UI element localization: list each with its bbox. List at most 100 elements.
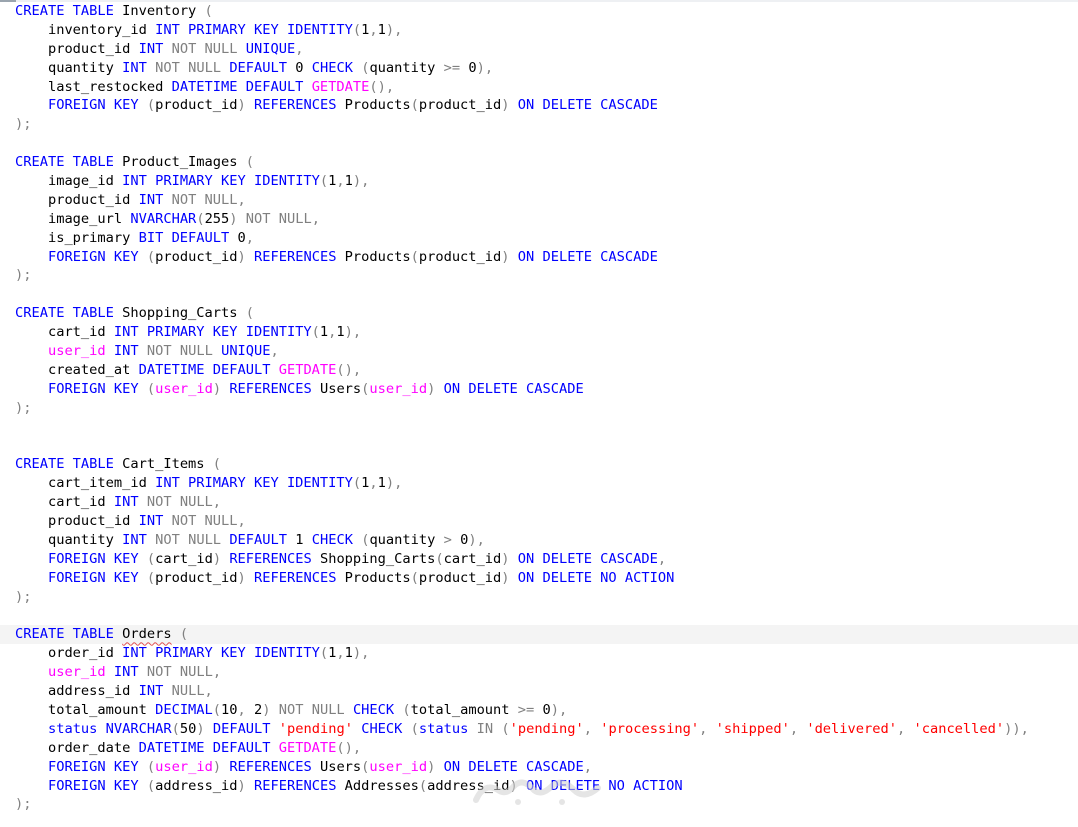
code-token: NOT NULL	[155, 59, 222, 76]
code-line[interactable]: order_id INT PRIMARY KEY IDENTITY(1,1),	[0, 644, 1078, 663]
code-token: REFERENCES	[254, 248, 337, 265]
code-token: (	[212, 456, 222, 473]
code-line[interactable]: cart_id INT PRIMARY KEY IDENTITY(1,1),	[0, 323, 1078, 342]
code-token: INT	[138, 40, 164, 57]
code-line[interactable]: );	[0, 115, 1078, 134]
code-line[interactable]: );	[0, 266, 1078, 285]
code-line[interactable]	[0, 436, 1078, 455]
sql-code-editor[interactable]: CREATE TABLE Inventory ( inventory_id IN…	[0, 2, 1078, 827]
code-line[interactable]: cart_item_id INT PRIMARY KEY IDENTITY(1,…	[0, 474, 1078, 493]
code-token: (	[402, 701, 411, 718]
code-token: (	[352, 475, 362, 492]
code-token: (	[146, 380, 156, 397]
code-token: Orders	[122, 626, 172, 643]
code-line[interactable]: quantity INT NOT NULL DEFAULT 0 CHECK (q…	[0, 59, 1078, 78]
code-line[interactable]	[0, 418, 1078, 437]
code-token: DEFAULT	[229, 531, 287, 548]
code-line[interactable]: );	[0, 588, 1078, 607]
code-line[interactable]: product_id INT NOT NULL UNIQUE,	[0, 40, 1078, 59]
code-line[interactable]: quantity INT NOT NULL DEFAULT 1 CHECK (q…	[0, 531, 1078, 550]
code-line[interactable]: FOREIGN KEY (cart_id) REFERENCES Shoppin…	[0, 550, 1078, 569]
code-token: DEFAULT	[212, 720, 271, 737]
code-token: NOT NULL	[278, 701, 345, 718]
code-line[interactable]: CREATE TABLE Shopping_Carts (	[0, 304, 1078, 323]
code-token: );	[15, 399, 32, 416]
code-token: );	[15, 267, 32, 284]
code-token: image_id	[15, 173, 123, 190]
code-line[interactable]: user_id INT NOT NULL,	[0, 663, 1078, 682]
code-token: 1	[344, 173, 353, 190]
code-line[interactable]	[0, 607, 1078, 626]
code-line[interactable]: order_date DATETIME DEFAULT GETDATE(),	[0, 739, 1078, 758]
code-token: ON DELETE CASCADE	[517, 97, 658, 114]
code-token: 1	[287, 531, 312, 548]
code-line[interactable]: created_at DATETIME DEFAULT GETDATE(),	[0, 361, 1078, 380]
code-token: NOT NULL,	[171, 191, 246, 208]
code-token: BIT DEFAULT	[138, 229, 230, 246]
code-line[interactable]	[0, 134, 1078, 153]
code-line[interactable]: CREATE TABLE Product_Images (	[0, 153, 1078, 172]
code-line[interactable]: FOREIGN KEY (product_id) REFERENCES Prod…	[0, 569, 1078, 588]
code-token: (	[501, 720, 510, 737]
code-line[interactable]: );	[0, 399, 1078, 418]
code-token: NVARCHAR	[105, 720, 172, 737]
code-line[interactable]: cart_id INT NOT NULL,	[0, 493, 1078, 512]
code-line[interactable]: last_restocked DATETIME DEFAULT GETDATE(…	[0, 78, 1078, 97]
code-line[interactable]	[0, 285, 1078, 304]
code-line[interactable]: image_url NVARCHAR(255) NOT NULL,	[0, 210, 1078, 229]
code-token: CREATE TABLE	[15, 305, 114, 322]
code-token: product_id	[418, 97, 502, 114]
code-line[interactable]: product_id INT NOT NULL,	[0, 191, 1078, 210]
code-token: CREATE TABLE	[15, 626, 114, 643]
code-token: (	[196, 210, 205, 227]
code-token: FOREIGN KEY	[47, 758, 139, 775]
code-token: product_id	[418, 569, 502, 586]
code-token: INT	[122, 59, 147, 76]
code-line[interactable]: user_id INT NOT NULL UNIQUE,	[0, 342, 1078, 361]
code-line[interactable]: FOREIGN KEY (user_id) REFERENCES Users(u…	[0, 758, 1078, 777]
code-token: ON DELETE CASCADE	[443, 380, 584, 397]
code-token: status	[47, 720, 98, 737]
code-line[interactable]: image_id INT PRIMARY KEY IDENTITY(1,1),	[0, 172, 1078, 191]
code-token: REFERENCES	[254, 777, 337, 794]
code-token: (	[435, 550, 444, 567]
code-token: INT PRIMARY KEY IDENTITY	[113, 324, 312, 341]
code-token: REFERENCES	[229, 380, 312, 397]
code-line[interactable]: FOREIGN KEY (user_id) REFERENCES Users(u…	[0, 380, 1078, 399]
code-token: 0	[229, 229, 246, 246]
code-line[interactable]: status NVARCHAR(50) DEFAULT 'pending' CH…	[0, 720, 1078, 739]
code-token: (	[204, 3, 213, 19]
code-token: (	[146, 248, 156, 265]
code-line[interactable]: product_id INT NOT NULL,	[0, 512, 1078, 531]
code-token: FOREIGN KEY	[47, 777, 139, 794]
code-token: (	[212, 701, 222, 718]
code-token: created_at	[15, 361, 139, 378]
code-token: REFERENCES	[229, 758, 312, 775]
code-line[interactable]: address_id INT NULL,	[0, 682, 1078, 701]
code-line[interactable]: FOREIGN KEY (product_id) REFERENCES Prod…	[0, 96, 1078, 115]
code-line[interactable]: );	[0, 795, 1078, 814]
code-token: )	[212, 550, 222, 567]
code-line[interactable]: inventory_id INT PRIMARY KEY IDENTITY(1,…	[0, 21, 1078, 40]
code-token: NOT NULL	[155, 531, 222, 548]
code-line[interactable]: is_primary BIT DEFAULT 0,	[0, 229, 1078, 248]
code-line[interactable]: CREATE TABLE Orders (	[0, 625, 1078, 645]
code-token: (	[410, 97, 419, 114]
code-token: CHECK	[361, 720, 403, 737]
code-line[interactable]: FOREIGN KEY (address_id) REFERENCES Addr…	[0, 777, 1078, 796]
code-line[interactable]: FOREIGN KEY (product_id) REFERENCES Prod…	[0, 248, 1078, 267]
code-token: ,	[295, 40, 304, 57]
code-line[interactable]: total_amount DECIMAL(10, 2) NOT NULL CHE…	[0, 701, 1078, 720]
code-line[interactable]: CREATE TABLE Cart_Items (	[0, 455, 1078, 474]
code-line[interactable]: CREATE TABLE Inventory (	[0, 2, 1078, 21]
code-token: (	[410, 248, 419, 265]
